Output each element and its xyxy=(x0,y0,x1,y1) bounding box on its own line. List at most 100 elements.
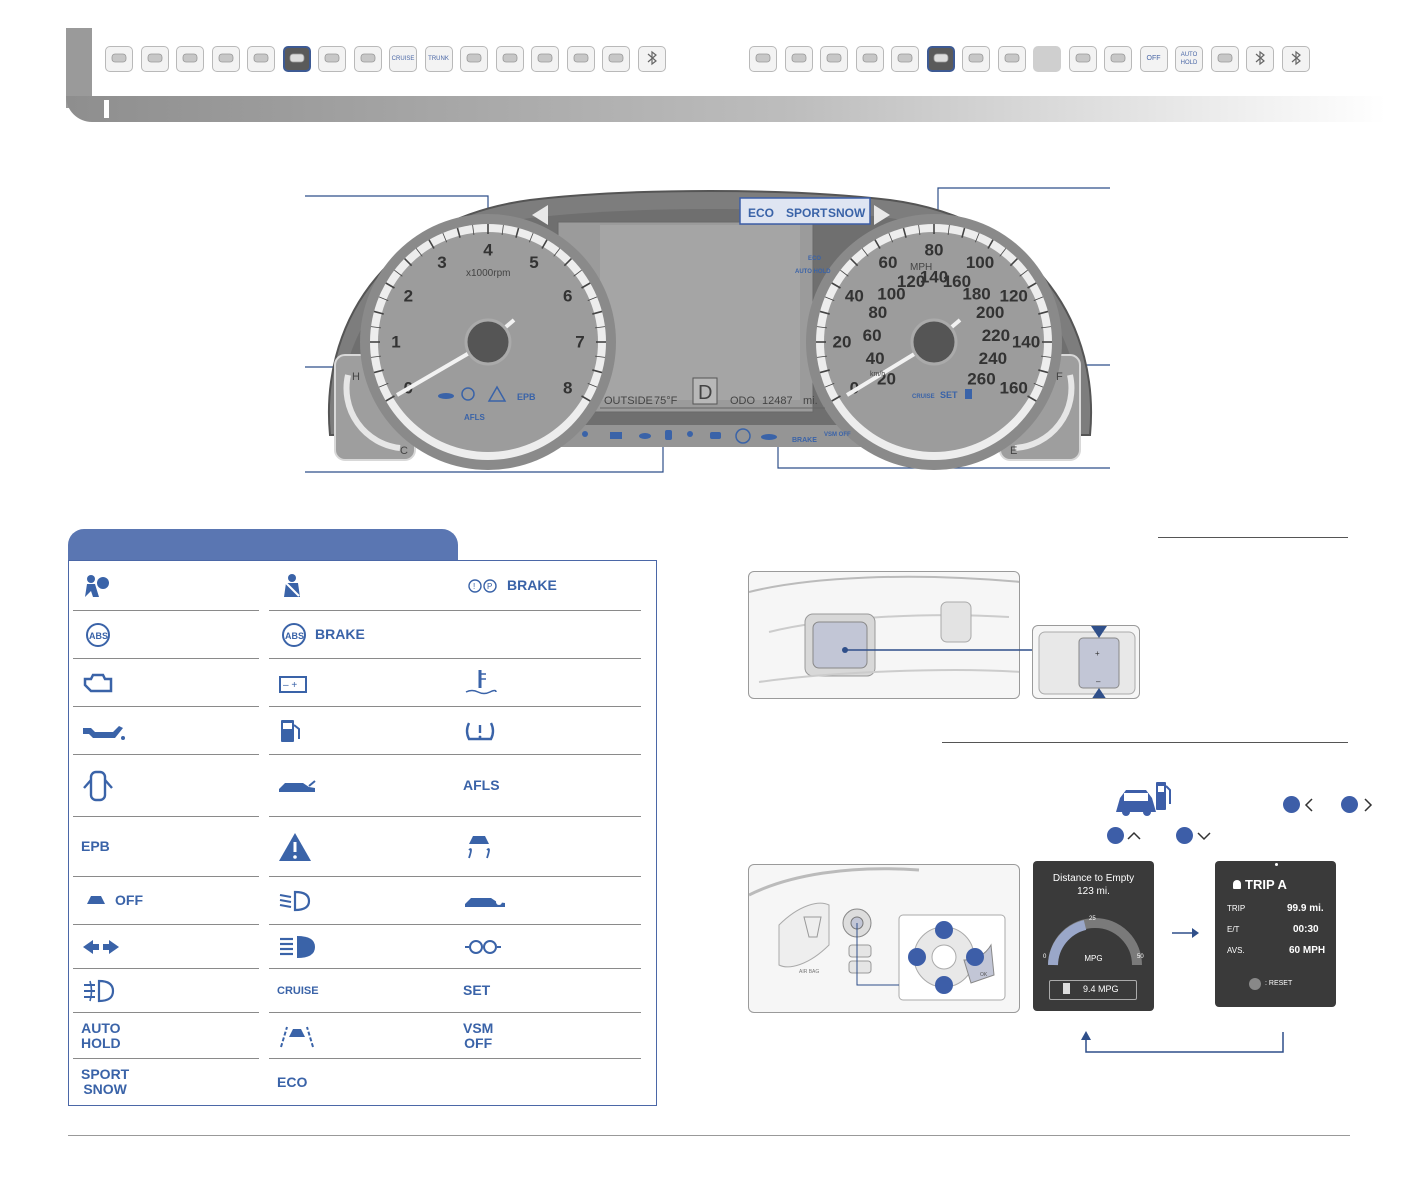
sport-mode-label: SPORT xyxy=(786,206,828,220)
kmh-number: 200 xyxy=(976,303,1004,322)
master-warning-icon xyxy=(277,831,313,863)
indicator-text: SPORT SNOW xyxy=(81,1066,130,1097)
indicator-cell xyxy=(73,925,259,969)
indicator-cell xyxy=(73,707,259,755)
parking-brake-icon: ! P xyxy=(463,578,503,594)
indicator-cell xyxy=(455,817,641,877)
temp-h-label: H xyxy=(352,371,360,383)
indicator-cell xyxy=(269,561,455,611)
speed-number: 140 xyxy=(1012,333,1040,352)
tach-number: 3 xyxy=(437,253,446,272)
kmh-number: 40 xyxy=(866,349,885,368)
brake-indicator: BRAKE xyxy=(792,437,817,444)
tach-number: 5 xyxy=(529,253,538,272)
dimmer-closeup: + – xyxy=(1032,625,1140,699)
warning-strip xyxy=(540,425,870,447)
set-indicator: SET xyxy=(940,390,958,400)
indicator-cell xyxy=(73,969,259,1013)
speed-number: 160 xyxy=(999,379,1027,398)
speed-hub xyxy=(910,318,958,366)
lcd-distance-to-empty: Distance to Empty 123 mi. 25 0 50 MPG 9.… xyxy=(1033,861,1154,1011)
indicator-table-header xyxy=(68,529,458,561)
kmh-number: 260 xyxy=(967,369,995,388)
eco-mode-label: ECO xyxy=(748,206,774,220)
trip-a-title: TRIP A xyxy=(1245,877,1287,892)
svg-text:+: + xyxy=(1095,649,1100,658)
chevron-down-icon xyxy=(1197,832,1211,841)
trip-row-value: 99.9 mi. xyxy=(1287,903,1324,914)
indicator-cell xyxy=(73,755,259,817)
indicator-cell xyxy=(73,561,259,611)
auto-hold-indicator: AUTO HOLD xyxy=(795,269,831,275)
vsm-off-indicator: VSM OFF xyxy=(824,432,851,438)
dte-value: 123 mi. xyxy=(1077,886,1110,897)
trunk-open-icon xyxy=(277,777,317,795)
airbag-icon xyxy=(81,573,111,599)
indicator-cell: AUTO HOLD xyxy=(73,1013,259,1059)
lcd-trip-a: TRIP A TRIP 99.9 mi. E/T 00:30 AVS. 60 M… xyxy=(1215,861,1336,1007)
coolant-temp-icon xyxy=(463,668,497,698)
svg-text:OK: OK xyxy=(980,972,988,978)
speed-number: 80 xyxy=(925,241,944,260)
speed-unit-label: MPH xyxy=(910,262,932,273)
indicator-cell xyxy=(269,877,455,925)
indicator-cell xyxy=(269,925,455,969)
fog-light-icon xyxy=(81,978,117,1004)
indicator-cell xyxy=(269,707,455,755)
abs-brake-icon: ABS xyxy=(277,621,311,649)
indicator-cell xyxy=(455,611,641,659)
tach-number: 8 xyxy=(563,379,572,398)
tpms-icon xyxy=(463,717,497,745)
indicator-cell: ECO xyxy=(269,1059,455,1105)
esc-icon xyxy=(463,832,495,862)
abs-icon: ABS xyxy=(81,621,115,649)
indicator-text: AUTO HOLD xyxy=(81,1019,121,1051)
snow-mode-label: SNOW xyxy=(828,206,866,220)
tach-number: 2 xyxy=(404,287,413,306)
svg-text:!: ! xyxy=(473,582,475,591)
kmh-number: 80 xyxy=(868,303,887,322)
indicator-cell xyxy=(455,925,641,969)
svg-text:– +: – + xyxy=(283,680,297,691)
immobilizer-icon xyxy=(463,892,507,910)
indicator-table: ! P BRAKE ABS ABS BRAKE – + AFLS EPB OFF CRUISE SET… xyxy=(68,560,657,1106)
indicator-cell: EPB xyxy=(73,817,259,877)
et-row-label: E/T xyxy=(1227,925,1240,934)
reset-label: : RESET xyxy=(1265,980,1293,987)
indicator-cell: SPORT SNOW xyxy=(73,1059,259,1105)
indicator-cell xyxy=(269,817,455,877)
cruise-indicator: CRUISE xyxy=(912,394,935,400)
door-open-icon xyxy=(81,766,115,806)
et-row-value: 00:30 xyxy=(1293,924,1319,935)
seatbelt-icon xyxy=(277,573,307,599)
high-beam-icon xyxy=(277,934,317,960)
gear-indicator: D xyxy=(698,382,712,404)
lane-departure-icon xyxy=(277,1023,317,1049)
odometer-label: ODO xyxy=(730,395,756,407)
mpg-label: MPG xyxy=(1084,954,1103,963)
dimmer-callout xyxy=(842,647,1035,653)
mpg-gauge xyxy=(1048,918,1142,966)
low-beam-icon xyxy=(277,889,313,913)
section-rule-1 xyxy=(1158,537,1348,538)
fuel-economy-icon xyxy=(1116,782,1171,816)
indicator-cell xyxy=(455,1059,641,1105)
trunk-indicator xyxy=(438,393,454,399)
arrow-right-icon xyxy=(1172,928,1199,938)
tach-number: 4 xyxy=(483,241,493,260)
indicator-cell: – + xyxy=(269,659,455,707)
fuel-pump-icon xyxy=(1063,983,1070,994)
indicator-cell xyxy=(73,659,259,707)
eco-badge: ECO xyxy=(808,256,821,262)
esc-off-icon xyxy=(81,892,111,910)
indicator-text: CRUISE xyxy=(277,984,319,997)
indicator-cell xyxy=(269,1013,455,1059)
indicator-text: BRAKE xyxy=(507,577,557,593)
instrument-cluster: 012345678 020406080100120140160 20406080… xyxy=(328,190,1092,470)
indicator-text: BRAKE xyxy=(315,626,365,642)
tach-number: 7 xyxy=(575,333,584,352)
mpg-gauge-mid: 25 xyxy=(1089,916,1096,922)
dte-title: Distance to Empty xyxy=(1052,873,1135,884)
footer-rule xyxy=(68,1135,1350,1136)
speed-number: 40 xyxy=(845,287,864,306)
